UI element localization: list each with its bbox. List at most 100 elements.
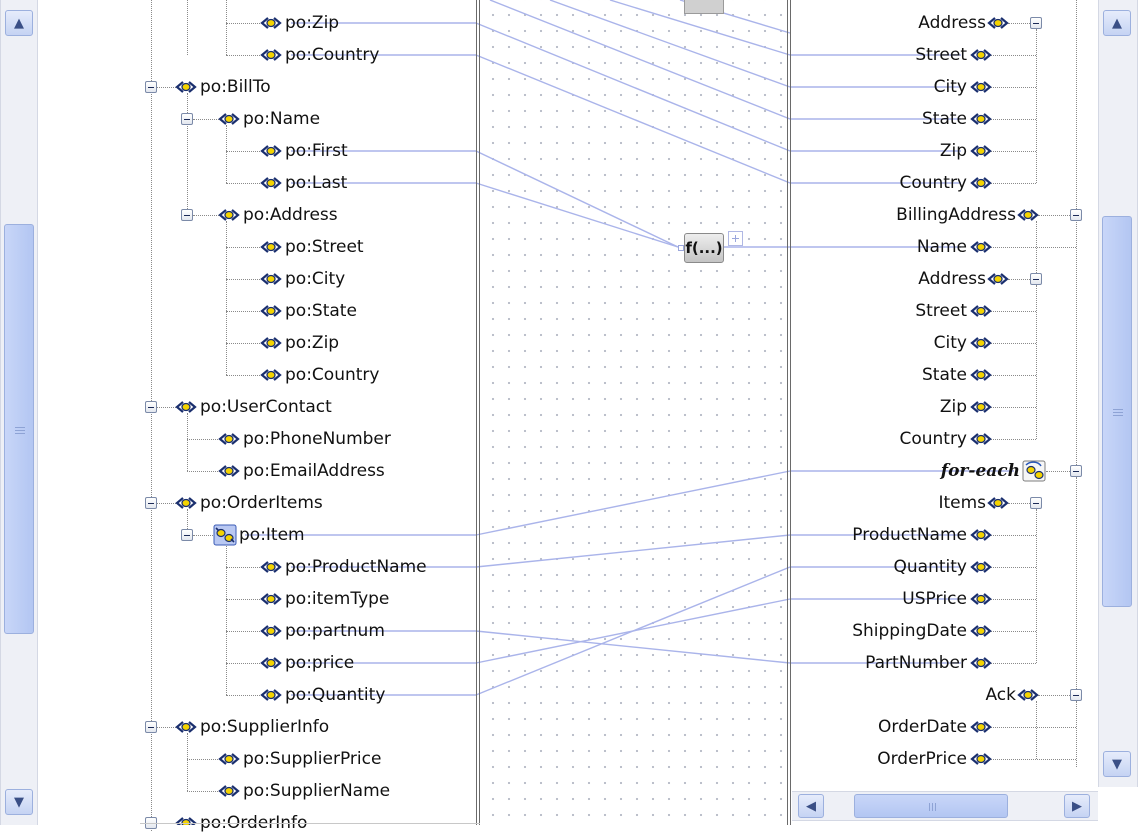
right-vertical-scrollbar[interactable]: ▲ ▼ [1098,0,1138,787]
chevron-right-icon: ▶ [1072,798,1082,814]
element-icon [970,401,992,413]
element-icon [260,145,282,157]
target-node-label: Zip [939,397,967,417]
element-icon [260,561,282,573]
panel-divider-left[interactable] [479,0,480,825]
element-icon [175,81,197,93]
element-icon [260,625,282,637]
function-box-partial[interactable] [684,0,724,14]
scroll-grip [931,803,933,811]
panel-divider-left[interactable] [476,0,477,825]
target-node-label: Ack [985,685,1016,705]
left-vertical-scrollbar[interactable]: ▲ ▼ [0,0,38,825]
scroll-up-button[interactable]: ▲ [1103,10,1131,36]
repeating-element-icon[interactable] [213,524,237,546]
element-icon [218,113,240,125]
element-icon [260,337,282,349]
element-icon [218,209,240,221]
source-node-label: po:SupplierName [243,781,391,801]
element-icon [970,625,992,637]
mapping-connector[interactable] [475,470,791,536]
mapping-connector[interactable] [475,630,791,664]
source-node-label: po:EmailAddress [243,461,385,481]
target-node-label: OrderPrice [877,749,967,769]
element-icon [175,401,197,413]
scroll-grip [928,803,930,811]
element-icon [970,145,992,157]
chevron-down-icon: ▼ [1112,756,1122,772]
target-node-label: Quantity [893,557,967,577]
element-icon [260,17,282,29]
target-node-label: State [922,365,967,385]
target-node-label: Country [899,429,967,449]
scroll-grip [1113,412,1123,414]
chevron-left-icon: ◀ [806,798,816,814]
source-node-label: po:Zip [285,333,340,353]
scroll-thumb[interactable] [1102,215,1132,608]
scroll-thumb[interactable] [4,224,34,635]
scroll-grip [15,427,25,429]
mapping-connector[interactable] [475,22,791,152]
element-icon [260,305,282,317]
function-expand-button[interactable] [728,231,743,246]
element-icon [1017,689,1039,701]
source-node-label: po:Street [285,237,364,257]
element-icon [970,369,992,381]
target-node-label: ProductName [852,525,967,545]
mapping-connector[interactable] [475,566,791,696]
mapping-connector[interactable] [475,534,791,568]
element-icon [987,17,1009,29]
scroll-grip [934,803,936,811]
mapping-connector[interactable] [475,150,679,248]
scroll-up-button[interactable]: ▲ [5,10,33,36]
source-node-label: po:Address [243,205,338,225]
mapping-connector[interactable] [475,54,791,184]
element-icon [987,497,1009,509]
element-icon [970,49,992,61]
element-icon [218,433,240,445]
source-node-label: po:Item [239,525,305,545]
for-each-label: for-each [940,461,1020,481]
panel-divider-right[interactable] [790,0,791,825]
source-node-label: po:SupplierInfo [200,717,330,737]
element-icon [970,177,992,189]
target-node-label: OrderDate [878,717,967,737]
mapping-connector[interactable] [475,182,679,248]
element-icon [260,177,282,189]
element-icon [175,721,197,733]
function-box[interactable]: f(...) [684,233,724,263]
element-icon [260,273,282,285]
element-icon [175,497,197,509]
element-icon [970,241,992,253]
source-node-label: po:Last [285,173,348,193]
scroll-down-button[interactable]: ▼ [5,789,33,815]
source-node-label: po:OrderItems [200,493,323,513]
source-node-label: po:itemType [285,589,390,609]
element-icon [970,113,992,125]
function-input-port[interactable] [678,245,684,251]
source-node-label: po:PhoneNumber [243,429,391,449]
for-each-icon [1022,460,1046,482]
scroll-down-button[interactable]: ▼ [1103,751,1131,777]
source-node-label: po:partnum [285,621,385,641]
right-horizontal-scrollbar[interactable]: ◀ ▶ [792,791,1098,821]
chevron-down-icon: ▼ [14,794,24,810]
target-node-label: Street [915,45,967,65]
mapping-connector[interactable] [489,0,791,120]
scroll-left-button[interactable]: ◀ [798,794,824,818]
element-icon [970,721,992,733]
element-icon [970,81,992,93]
scroll-thumb[interactable] [854,794,1008,818]
target-node-label: USPrice [902,589,967,609]
target-node-label: Street [915,301,967,321]
source-node-label: po:City [285,269,346,289]
element-icon [987,273,1009,285]
source-node-label: po:Name [243,109,321,129]
scroll-right-button[interactable]: ▶ [1064,794,1090,818]
element-icon [260,689,282,701]
chevron-up-icon: ▲ [14,15,24,31]
source-node-label: po:Country [285,365,380,385]
element-icon [970,593,992,605]
connector-layer [175,0,1046,825]
panel-divider-right[interactable] [787,0,788,825]
